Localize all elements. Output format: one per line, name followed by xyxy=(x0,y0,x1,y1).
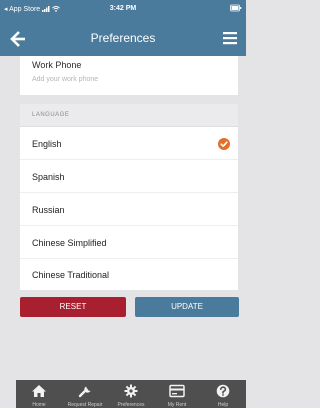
work-phone-section[interactable]: Work Phone Add your work phone xyxy=(20,56,238,95)
language-section: LANGUAGE English Spanish Russian Chinese… xyxy=(20,104,238,290)
help-icon xyxy=(216,384,230,398)
page-title: Preferences xyxy=(90,31,156,45)
tab-preferences[interactable]: Preferences xyxy=(108,380,154,408)
language-option-label: Chinese Traditional xyxy=(32,270,110,280)
language-option-spanish[interactable]: Spanish xyxy=(20,160,238,193)
check-circle-icon xyxy=(218,138,230,150)
tab-label: My Rent xyxy=(167,402,187,408)
reset-button[interactable]: RESET xyxy=(20,297,126,317)
hamburger-menu-icon xyxy=(223,32,237,45)
tab-label: Request Repair xyxy=(67,402,103,408)
tab-bar: Home Request Repair Preferences My Rent xyxy=(16,380,246,408)
nav-bar: Preferences xyxy=(0,20,246,56)
language-option-label: Russian xyxy=(32,205,65,215)
language-option-label: English xyxy=(32,139,62,149)
tab-home[interactable]: Home xyxy=(16,380,62,408)
language-option-chinese-simplified[interactable]: Chinese Simplified xyxy=(20,226,238,259)
language-option-chinese-traditional[interactable]: Chinese Traditional xyxy=(20,258,238,290)
language-option-label: Chinese Simplified xyxy=(32,238,107,248)
tab-my-rent[interactable]: My Rent xyxy=(154,380,200,408)
card-icon xyxy=(169,384,185,398)
language-header-label: LANGUAGE xyxy=(32,112,70,118)
update-button[interactable]: UPDATE xyxy=(135,297,239,317)
language-header: LANGUAGE xyxy=(20,104,238,127)
language-option-russian[interactable]: Russian xyxy=(20,193,238,226)
language-option-english[interactable]: English xyxy=(20,127,238,160)
tab-label: Help xyxy=(217,402,229,408)
battery-icon xyxy=(230,4,242,14)
menu-button[interactable] xyxy=(222,30,238,46)
work-phone-input[interactable]: Add your work phone xyxy=(32,76,98,83)
language-option-label: Spanish xyxy=(32,172,65,182)
tab-request-repair[interactable]: Request Repair xyxy=(62,380,108,408)
tab-label: Preferences xyxy=(117,402,145,408)
gear-icon xyxy=(124,384,138,398)
wrench-icon xyxy=(78,386,91,398)
tab-help[interactable]: Help xyxy=(200,380,246,408)
tab-label: Home xyxy=(32,402,46,408)
work-phone-label: Work Phone xyxy=(32,60,82,70)
home-icon xyxy=(32,385,46,397)
status-time: 3:42 PM xyxy=(109,5,137,12)
status-bar: ◂ App Store 3:42 PM xyxy=(0,0,246,20)
